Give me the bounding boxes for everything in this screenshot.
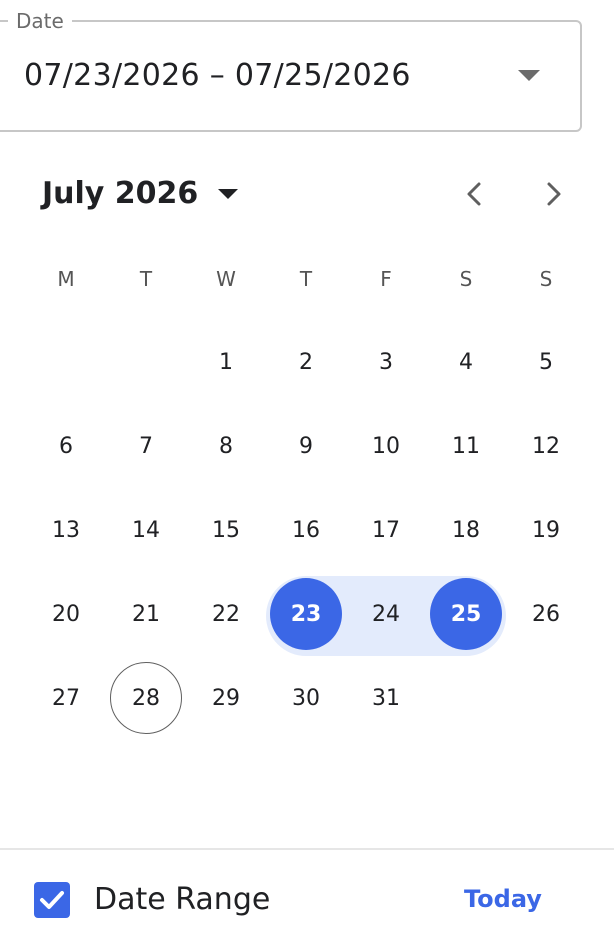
day-9[interactable]: 9	[270, 410, 342, 482]
day-5[interactable]: 5	[510, 326, 582, 398]
day-1[interactable]: 1	[190, 326, 262, 398]
day-6[interactable]: 6	[30, 410, 102, 482]
date-range-field[interactable]: Date 07/23/2026 – 07/25/2026	[0, 9, 582, 132]
day-23[interactable]: 23	[270, 578, 342, 650]
day-7[interactable]: 7	[110, 410, 182, 482]
day-8[interactable]: 8	[190, 410, 262, 482]
day-4[interactable]: 4	[430, 326, 502, 398]
date-field-label: Date	[8, 9, 72, 33]
triangle-down-icon[interactable]	[518, 70, 540, 81]
day-31[interactable]: 31	[350, 662, 422, 734]
day-25[interactable]: 25	[430, 578, 502, 650]
calendar-panel: July 2026 MTWTFSS 1 2 3 4 5 6 7 8 9 10 11 12 13 14 15 1…	[0, 132, 614, 950]
day-12[interactable]: 12	[510, 410, 582, 482]
day-11[interactable]: 11	[430, 410, 502, 482]
day-19[interactable]: 19	[510, 494, 582, 566]
day-14[interactable]: 14	[110, 494, 182, 566]
day-16[interactable]: 16	[270, 494, 342, 566]
date-picker-screen: Date 07/23/2026 – 07/25/2026 July 2026 M…	[0, 0, 614, 950]
date-range-checkbox[interactable]	[34, 882, 70, 918]
day-29[interactable]: 29	[190, 662, 262, 734]
day-22[interactable]: 22	[190, 578, 262, 650]
footer-divider	[0, 848, 614, 850]
day-26[interactable]: 26	[510, 578, 582, 650]
today-button[interactable]: Today	[464, 884, 542, 914]
day-2[interactable]: 2	[270, 326, 342, 398]
day-17[interactable]: 17	[350, 494, 422, 566]
day-grid: 1 2 3 4 5 6 7 8 9 10 11 12 13 14 15 16 17 18 19 20 21 22 23 24 2…	[0, 132, 614, 832]
day-24[interactable]: 24	[350, 578, 422, 650]
day-21[interactable]: 21	[110, 578, 182, 650]
date-field-value[interactable]: 07/23/2026 – 07/25/2026	[24, 58, 411, 94]
day-30[interactable]: 30	[270, 662, 342, 734]
day-13[interactable]: 13	[30, 494, 102, 566]
day-10[interactable]: 10	[350, 410, 422, 482]
day-28[interactable]: 28	[110, 662, 182, 734]
date-range-label: Date Range	[94, 882, 271, 917]
day-20[interactable]: 20	[30, 578, 102, 650]
day-18[interactable]: 18	[430, 494, 502, 566]
day-27[interactable]: 27	[30, 662, 102, 734]
checkmark-icon	[40, 891, 64, 909]
day-15[interactable]: 15	[190, 494, 262, 566]
day-3[interactable]: 3	[350, 326, 422, 398]
